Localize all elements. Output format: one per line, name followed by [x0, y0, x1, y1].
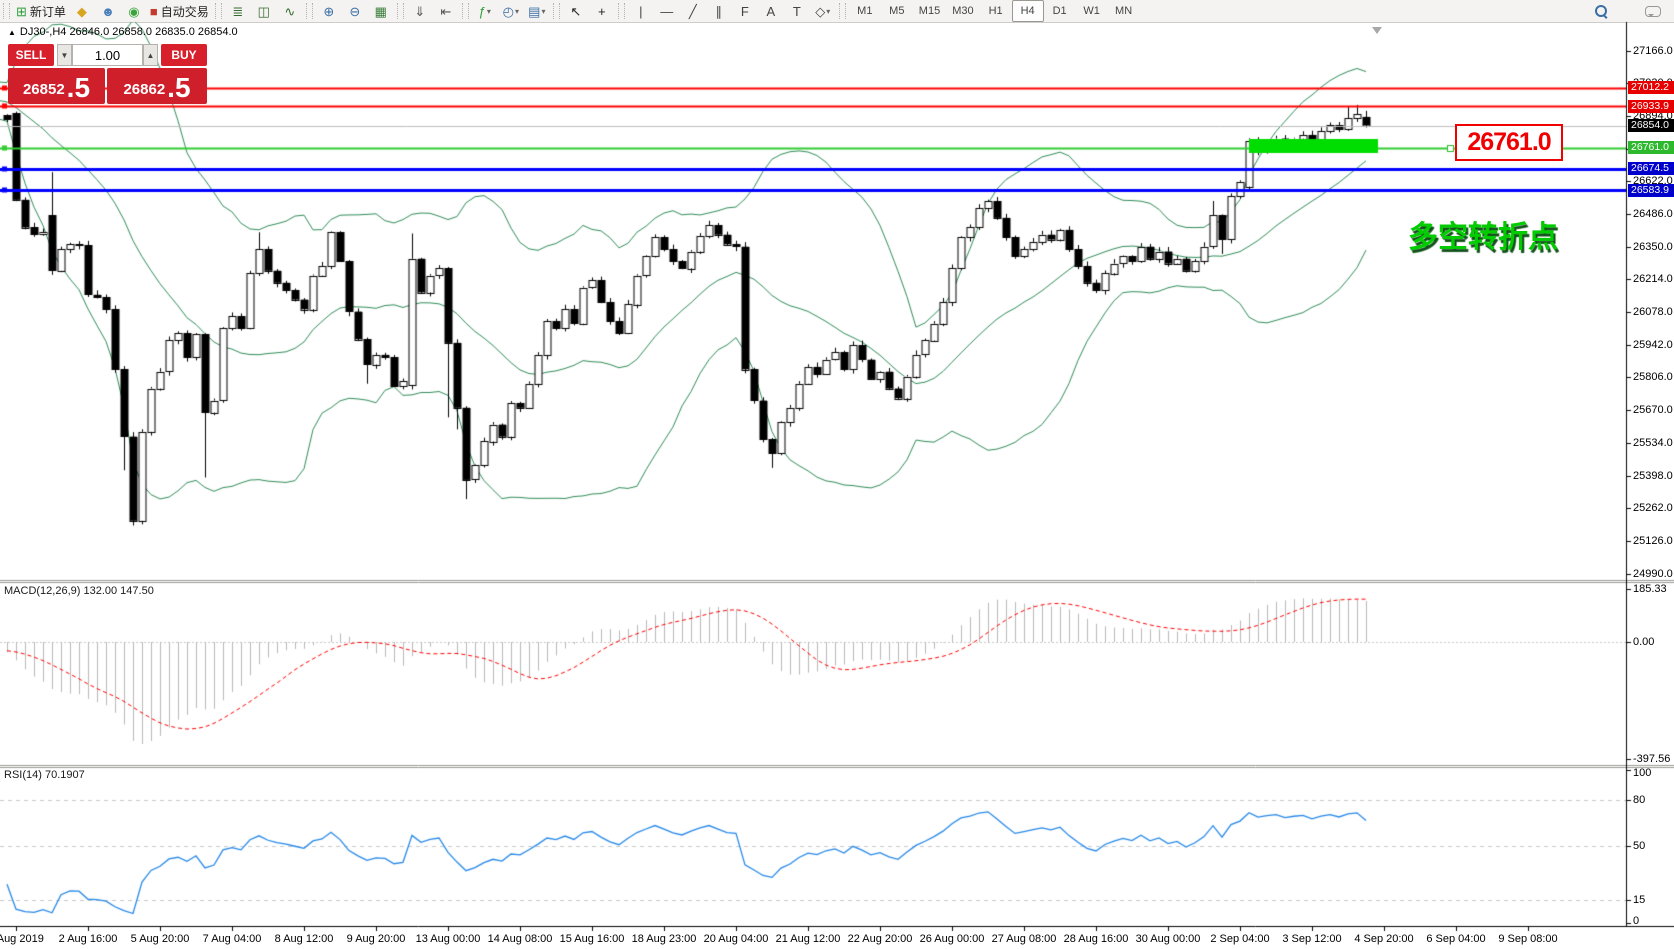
- price-axis-tick: 26214.0: [1633, 273, 1673, 285]
- price-axis-tick: 26078.0: [1633, 306, 1673, 318]
- time-axis-label: 21 Aug 12:00: [776, 933, 841, 945]
- chart-shift-marker[interactable]: [1372, 27, 1382, 39]
- time-axis-label: 28 Aug 16:00: [1064, 933, 1129, 945]
- support-line-2-price-tag: 26583.9: [1628, 184, 1674, 197]
- time-axis-label: 27 Aug 08:00: [992, 933, 1057, 945]
- pivot-line-price-tag: 26761.0: [1628, 141, 1674, 154]
- price-axis-tick: 25942.0: [1633, 339, 1673, 351]
- rsi-axis-tick: 0: [1633, 915, 1639, 927]
- time-axis-label: 9 Aug 20:00: [347, 933, 406, 945]
- chart-ohlc-header: ▲ DJ30-,H4 26846.0 26858.0 26835.0 26854.…: [8, 26, 238, 38]
- rsi-axis-tick: 100: [1633, 767, 1651, 779]
- time-axis-label: 2 Sep 04:00: [1210, 933, 1269, 945]
- buy-price-display[interactable]: 26862.5: [107, 68, 207, 104]
- resistance-line-2-price-tag: 26933.9: [1628, 100, 1674, 113]
- volume-decrease-button[interactable]: ▼: [57, 44, 72, 66]
- price-axis-tick: 24990.0: [1633, 568, 1673, 580]
- mt4-window: ⊞新订单◆☻◉■自动交易≣◫∿⊕⊖▦⇓⇤ƒ▾◴▾▤▾↖+|—╱∥FAT◇▾M1M…: [0, 0, 1674, 949]
- time-axis-label: 3 Sep 12:00: [1282, 933, 1341, 945]
- time-axis-label: 7 Aug 04:00: [203, 933, 262, 945]
- rsi-axis-tick: 50: [1633, 840, 1645, 852]
- time-axis-label: 5 Aug 20:00: [131, 933, 190, 945]
- one-click-trade-panel: SELL ▼ 1.00 ▲ BUY 26852.5 26862.5: [8, 44, 207, 104]
- macd-label: MACD(12,26,9) 132.00 147.50: [4, 585, 154, 597]
- price-axis-tick: 26486.0: [1633, 208, 1673, 220]
- buy-price-frac: .5: [167, 75, 190, 101]
- time-axis-label: 26 Aug 00:00: [920, 933, 985, 945]
- time-axis-label: 1 Aug 2019: [0, 933, 44, 945]
- time-axis-label: 13 Aug 00:00: [416, 933, 481, 945]
- time-axis-label: 4 Sep 20:00: [1354, 933, 1413, 945]
- price-axis-tick: 25398.0: [1633, 470, 1673, 482]
- time-axis-label: 6 Sep 04:00: [1426, 933, 1485, 945]
- time-axis-label: 15 Aug 16:00: [560, 933, 625, 945]
- resistance-line-1-price-tag: 27012.2: [1628, 81, 1674, 94]
- time-axis-label: 18 Aug 23:00: [632, 933, 697, 945]
- pivot-annotation-text: 多空转折点: [1408, 212, 1558, 256]
- time-axis-label: 20 Aug 04:00: [704, 933, 769, 945]
- time-axis-label: 9 Sep 08:00: [1498, 933, 1557, 945]
- price-axis-tick: 25534.0: [1633, 437, 1673, 449]
- time-axis-label: 22 Aug 20:00: [848, 933, 913, 945]
- price-axis-tick: 25126.0: [1633, 535, 1673, 547]
- sell-price-main: 26852: [23, 79, 65, 101]
- price-axis-tick: 25806.0: [1633, 371, 1673, 383]
- buy-button[interactable]: BUY: [161, 44, 207, 66]
- price-axis-tick: 26350.0: [1633, 241, 1673, 253]
- price-axis-tick: 25670.0: [1633, 404, 1673, 416]
- macd-axis-tick: 185.33: [1633, 583, 1667, 595]
- rsi-label: RSI(14) 70.1907: [4, 769, 85, 781]
- price-axis-tick: 25262.0: [1633, 502, 1673, 514]
- macd-axis-tick: -397.56: [1633, 753, 1670, 765]
- time-axis-label: 30 Aug 00:00: [1136, 933, 1201, 945]
- volume-input[interactable]: 1.00: [72, 44, 143, 66]
- support-line-1-price-tag: 26674.5: [1628, 162, 1674, 175]
- price-annotation-box: 26761.0: [1455, 124, 1563, 161]
- buy-price-main: 26862: [123, 79, 165, 101]
- time-axis-label: 8 Aug 12:00: [275, 933, 334, 945]
- time-axis-label: 14 Aug 08:00: [488, 933, 553, 945]
- time-axis-label: 2 Aug 16:00: [59, 933, 118, 945]
- chart-ohlc-text: DJ30-,H4 26846.0 26858.0 26835.0 26854.0: [20, 26, 238, 38]
- price-axis-tick: 27166.0: [1633, 45, 1673, 57]
- rsi-axis-tick: 80: [1633, 794, 1645, 806]
- sell-price-frac: .5: [67, 75, 90, 101]
- chart-canvas[interactable]: [0, 0, 1674, 949]
- current-price-line-price-tag: 26854.0: [1628, 119, 1674, 132]
- rsi-axis-tick: 15: [1633, 894, 1645, 906]
- volume-increase-button[interactable]: ▲: [143, 44, 158, 66]
- collapse-arrow-icon[interactable]: ▲: [8, 28, 16, 37]
- sell-price-display[interactable]: 26852.5: [8, 68, 105, 104]
- sell-button[interactable]: SELL: [8, 44, 54, 66]
- macd-axis-tick: 0.00: [1633, 636, 1654, 648]
